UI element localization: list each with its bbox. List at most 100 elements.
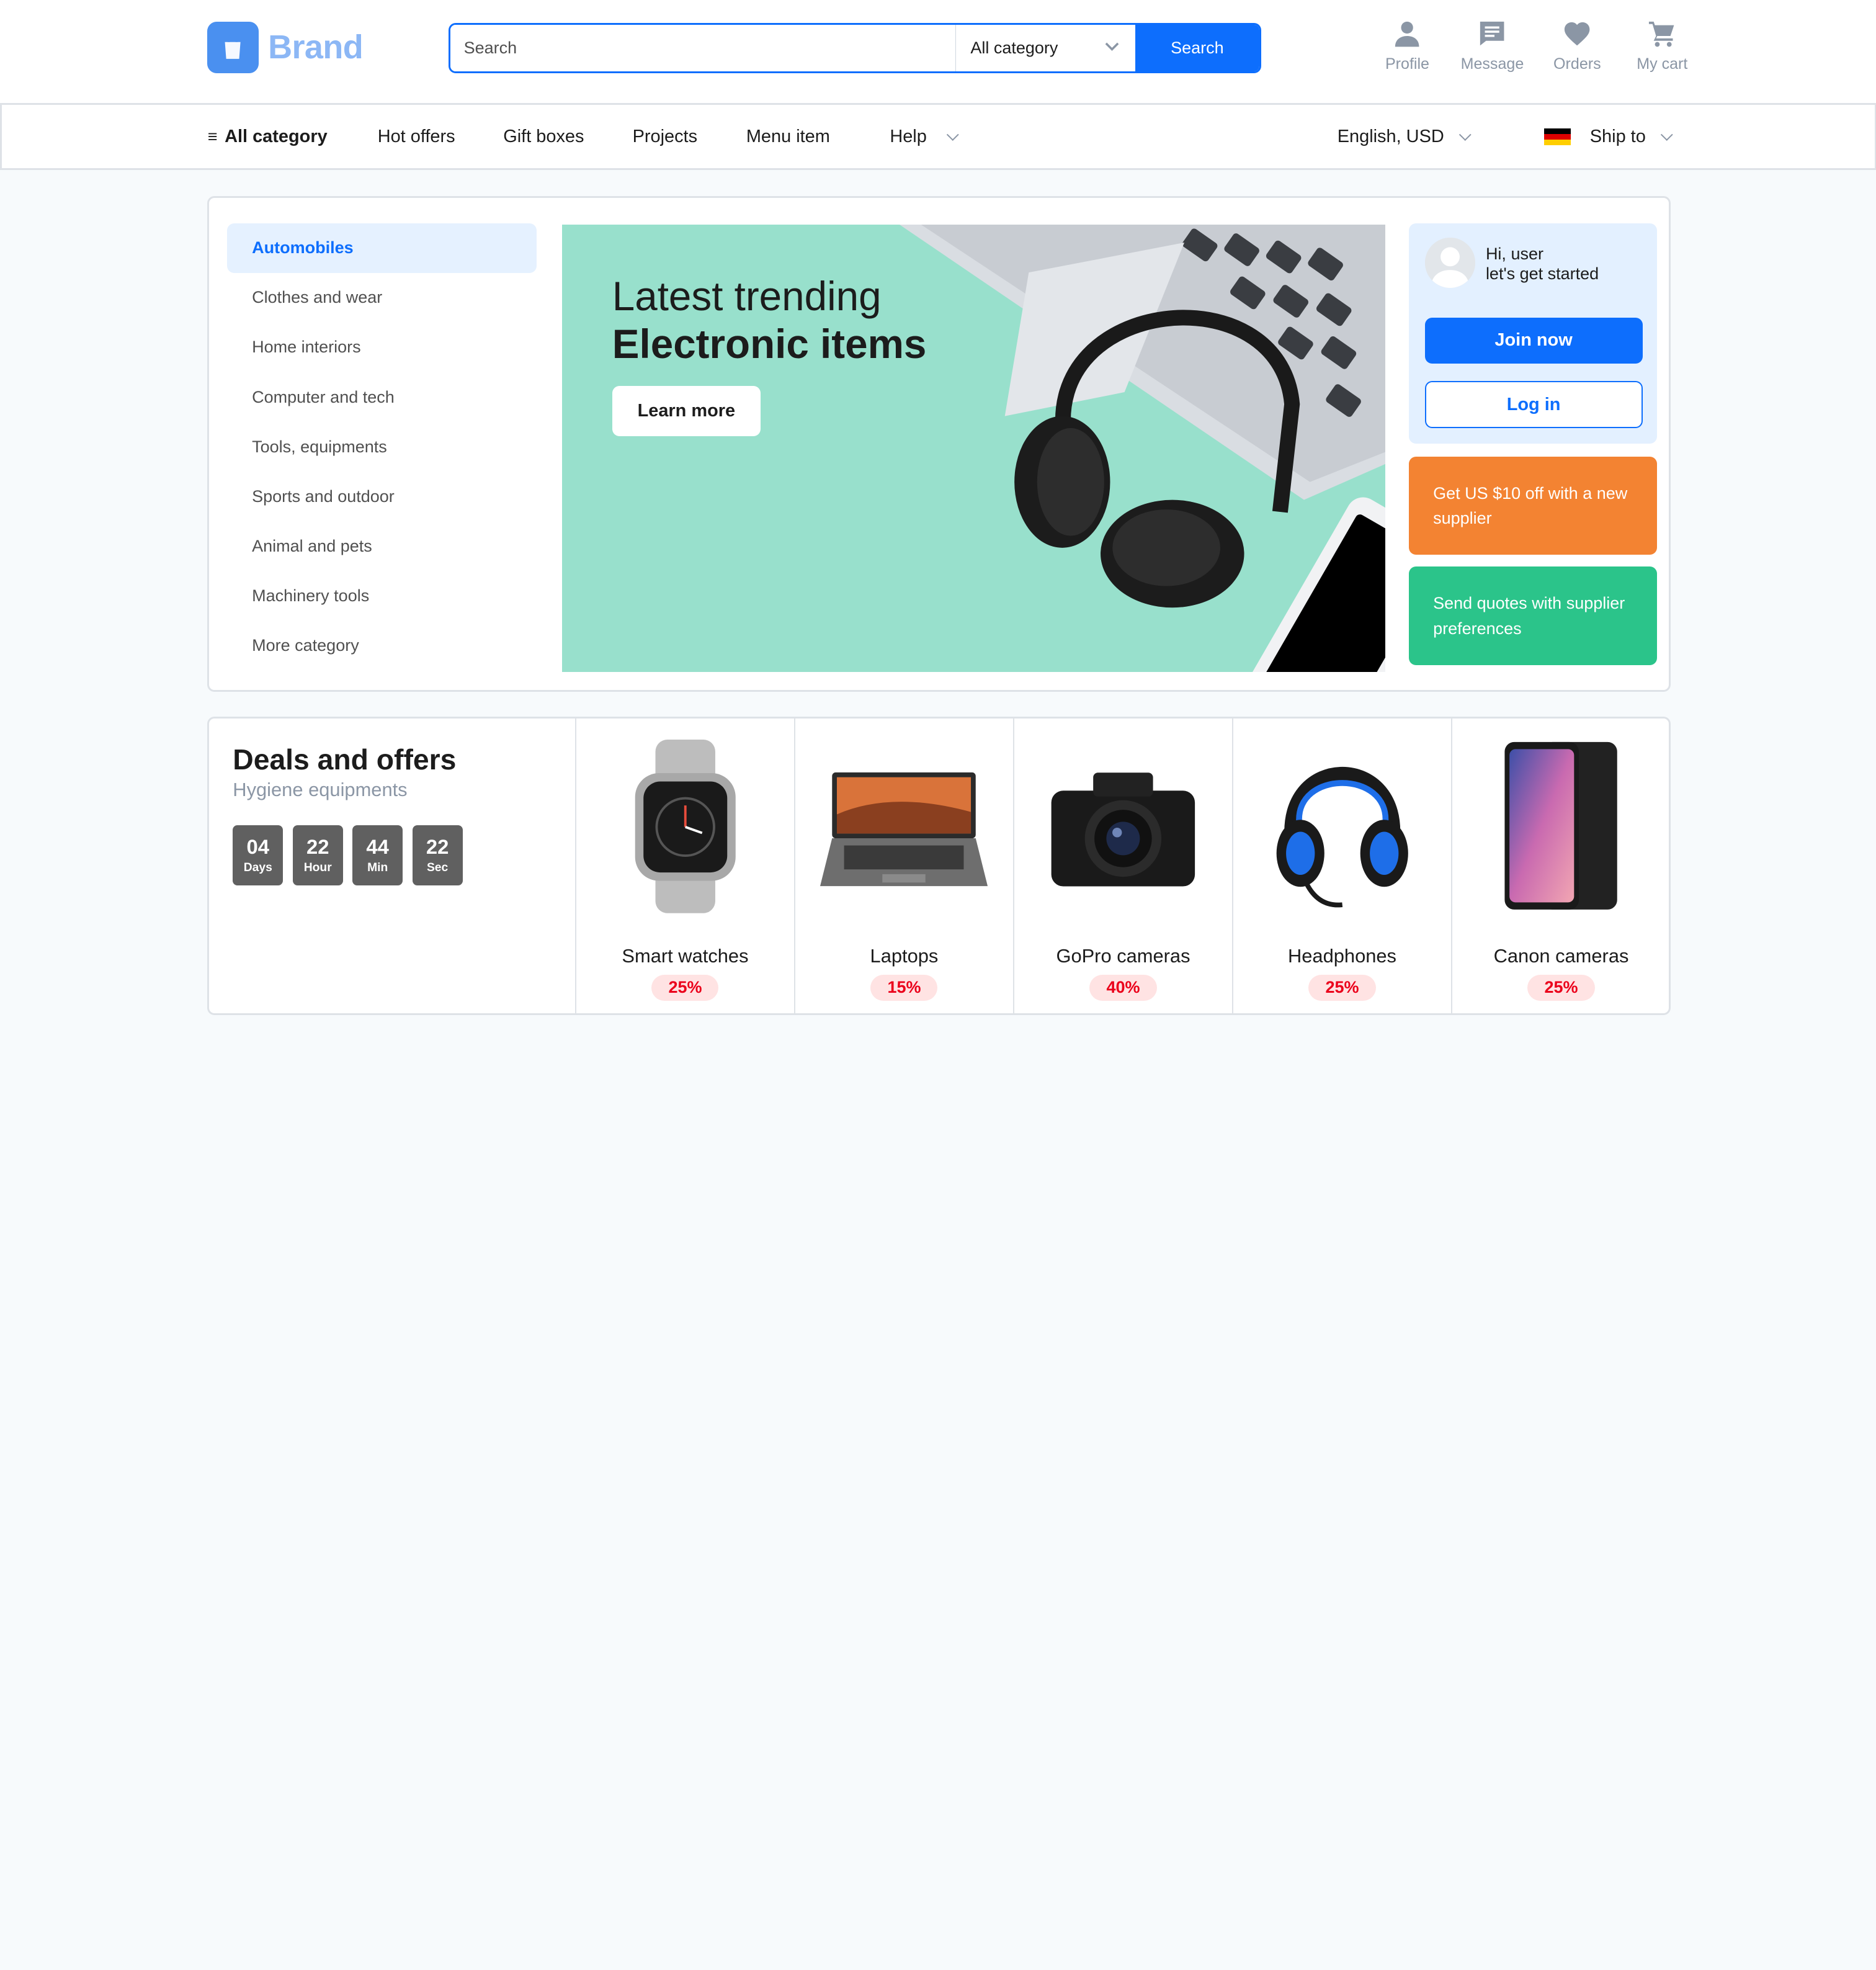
timer-label: Hour — [303, 861, 332, 875]
nav-help-label: Help — [890, 126, 927, 146]
banner-line-1: Latest trending — [612, 273, 882, 319]
timer-days: 04 Days — [233, 825, 284, 885]
germany-flag-icon — [1544, 128, 1571, 145]
timer-minutes: 44 Min — [352, 825, 403, 885]
action-label: Message — [1460, 55, 1524, 73]
category-select-value: All category — [970, 38, 1058, 57]
language-label: English, USD — [1337, 126, 1444, 146]
nav-gift-boxes[interactable]: Gift boxes — [503, 127, 584, 147]
hero-section: Automobiles Clothes and wear Home interi… — [207, 196, 1671, 692]
timer-value: 22 — [306, 835, 329, 859]
laptop-image — [820, 737, 988, 916]
brand-logo[interactable]: Brand — [207, 21, 364, 73]
action-label: Profile — [1385, 55, 1429, 73]
category-select[interactable]: All category — [955, 24, 1135, 71]
category-item[interactable]: Machinery tools — [227, 571, 537, 620]
banner-line-2: Electronic items — [612, 321, 927, 367]
header-actions: Profile Message Orders My cart — [1364, 19, 1704, 73]
deal-product-card[interactable]: Canon cameras 25% — [1451, 719, 1669, 1013]
timer-label: Days — [243, 861, 272, 875]
action-orders[interactable]: Orders — [1535, 19, 1619, 73]
action-profile[interactable]: Profile — [1365, 19, 1449, 73]
nav-help[interactable]: Help — [890, 126, 958, 147]
chevron-down-icon — [946, 128, 958, 140]
banner-title: Latest trending Electronic items — [612, 272, 927, 368]
category-item[interactable]: Automobiles — [226, 223, 537, 273]
promo-send-quotes[interactable]: Send quotes with supplier preferences — [1409, 566, 1657, 665]
search-button[interactable]: Search — [1135, 24, 1260, 71]
headphones-image — [1258, 737, 1426, 916]
deals-header: Deals and offers Hygiene equipments — [233, 743, 456, 801]
hero-banner: Latest trending Electronic items Learn m… — [561, 224, 1385, 673]
category-item[interactable]: Computer and tech — [227, 372, 537, 422]
category-item[interactable]: Tools, equipments — [227, 422, 537, 472]
heart-icon — [1565, 22, 1590, 46]
category-item[interactable]: More category — [227, 620, 537, 670]
category-item[interactable]: Clothes and wear — [227, 273, 537, 323]
nav-menu-item[interactable]: Menu item — [746, 127, 830, 147]
countdown-timer: 04 Days 22 Hour 44 Min 22 Sec — [233, 825, 472, 885]
ship-to-label: Ship to — [1589, 126, 1646, 146]
timer-value: 04 — [246, 835, 270, 859]
nav-projects[interactable]: Projects — [633, 127, 697, 147]
nav-all-category-label: All category — [225, 126, 328, 146]
menu-icon: ≡ — [207, 127, 218, 146]
discount-badge: 40% — [1089, 974, 1157, 1001]
timer-hours: 22 Hour — [292, 825, 343, 885]
nav-hot-offers[interactable]: Hot offers — [378, 127, 455, 147]
search-bar: All category Search — [449, 22, 1262, 73]
deals-subtitle: Hygiene equipments — [233, 778, 408, 800]
discount-badge: 15% — [870, 974, 938, 1001]
deal-product-card[interactable]: Laptops 15% — [793, 719, 1013, 1013]
chevron-down-icon — [1104, 38, 1120, 58]
deal-product-card[interactable]: Smart watches 25% — [574, 719, 794, 1013]
timer-label: Sec — [426, 861, 449, 875]
category-item[interactable]: Home interiors — [227, 323, 537, 372]
timer-label: Min — [367, 861, 388, 875]
cart-icon — [1649, 21, 1674, 47]
message-icon — [1480, 21, 1504, 46]
product-name: Canon cameras — [1493, 945, 1629, 967]
promo-supplier-discount[interactable]: Get US $10 off with a new supplier — [1409, 457, 1657, 555]
timer-value: 44 — [366, 835, 389, 859]
product-name: Laptops — [870, 945, 939, 967]
greeting-line-1: Hi, user — [1485, 244, 1543, 263]
discount-badge: 25% — [1308, 974, 1376, 1001]
action-label: My cart — [1637, 55, 1688, 73]
deals-section: Deals and offers Hygiene equipments 04 Da… — [207, 717, 1671, 1015]
action-cart[interactable]: My cart — [1620, 19, 1704, 73]
log-in-button[interactable]: Log in — [1424, 381, 1643, 428]
nav-all-category[interactable]: ≡ All category — [208, 127, 328, 147]
deal-product-card[interactable]: Headphones 25% — [1231, 719, 1451, 1013]
join-now-button[interactable]: Join now — [1424, 318, 1643, 364]
action-label: Orders — [1553, 55, 1601, 73]
language-selector[interactable]: English, USD — [1337, 126, 1472, 147]
timer-seconds: 22 Sec — [412, 825, 463, 885]
discount-badge: 25% — [651, 974, 719, 1001]
chevron-down-icon — [1661, 128, 1673, 140]
deals-title: Deals and offers — [233, 743, 457, 776]
discount-badge: 25% — [1527, 974, 1595, 1001]
chevron-down-icon — [1458, 128, 1472, 140]
user-greeting: Hi, user let's get started — [1486, 244, 1599, 285]
action-message[interactable]: Message — [1450, 19, 1534, 73]
header: Brand All category Search Profile Messag… — [0, 0, 1876, 103]
learn-more-button[interactable]: Learn more — [612, 386, 761, 437]
timer-value: 22 — [426, 835, 449, 859]
top-nav: ≡ All category Hot offers Gift boxes Pro… — [0, 102, 1876, 170]
ship-to-selector[interactable]: Ship to — [1544, 126, 1673, 147]
category-item[interactable]: Animal and pets — [227, 521, 537, 571]
product-name: Headphones — [1287, 945, 1396, 967]
camera-image — [1039, 737, 1207, 916]
category-item[interactable]: Sports and outdoor — [227, 472, 537, 521]
person-icon — [1395, 21, 1419, 47]
deal-product-card[interactable]: GoPro cameras 40% — [1012, 719, 1232, 1013]
brand-name: Brand — [268, 29, 364, 66]
search-input[interactable] — [450, 24, 956, 71]
category-list: Automobiles Clothes and wear Home interi… — [226, 223, 537, 670]
smartphone-image — [1477, 737, 1645, 916]
smartwatch-image — [601, 737, 769, 916]
product-name: Smart watches — [622, 945, 749, 967]
avatar — [1424, 237, 1475, 288]
greeting-line-2: let's get started — [1485, 264, 1599, 284]
